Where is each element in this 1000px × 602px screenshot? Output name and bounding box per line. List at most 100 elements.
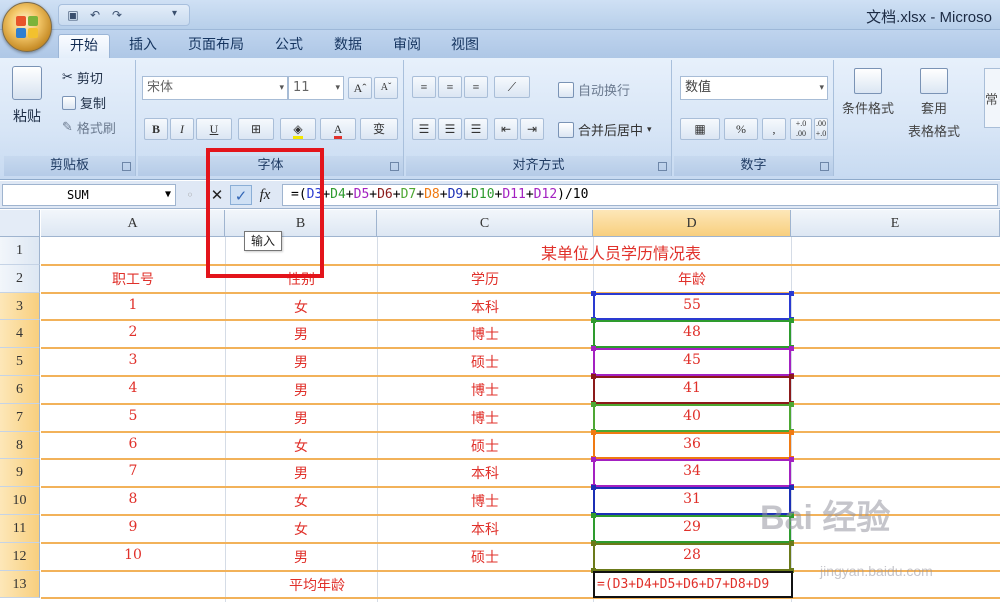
tab-home[interactable]: 开始 <box>58 34 110 58</box>
data-cell[interactable]: 男 <box>225 352 377 376</box>
accounting-format-button[interactable]: ▦ <box>680 118 720 140</box>
data-cell[interactable]: 55 <box>593 297 791 321</box>
row-header-13[interactable]: 13 <box>0 570 40 599</box>
data-cell[interactable]: 女 <box>225 491 377 515</box>
align-right-button[interactable]: ☰ <box>464 118 488 140</box>
orientation-button[interactable]: ⟋ <box>494 76 530 98</box>
row-header-6[interactable]: 6 <box>0 376 40 404</box>
average-age-label[interactable]: 平均年龄 <box>41 575 593 595</box>
active-cell-editor[interactable]: =(D3+D4+D5+D6+D7+D8+D9 <box>593 570 793 599</box>
tab-page-layout[interactable]: 页面布局 <box>176 34 256 58</box>
fill-color-button[interactable]: ◈ <box>280 118 316 140</box>
row-header-8[interactable]: 8 <box>0 431 40 460</box>
row-header-4[interactable]: 4 <box>0 320 40 349</box>
column-header-d[interactable]: D <box>593 210 791 237</box>
font-name-combo[interactable]: 宋体 ▾ <box>142 76 288 100</box>
data-cell[interactable]: 41 <box>593 380 791 404</box>
data-cell[interactable]: 45 <box>593 352 791 376</box>
formula-input[interactable]: =(D3+D4+D5+D6+D7+D8+D9+D10+D11+D12)/10 <box>282 184 998 206</box>
grow-font-button[interactable]: Aˆ <box>348 77 372 99</box>
worksheet[interactable]: 某单位人员学历情况表 职工号 性别 学历 年龄 1 女本科 55 2 男博士 48 3 男硕士 45 4 男… <box>41 237 1000 602</box>
data-cell[interactable]: 8 <box>41 491 225 515</box>
decrease-indent-button[interactable]: ⇤ <box>494 118 518 140</box>
data-cell[interactable]: 34 <box>593 463 791 487</box>
header-cell[interactable]: 学历 <box>377 269 593 293</box>
data-cell[interactable]: 36 <box>593 436 791 460</box>
tab-data[interactable]: 数据 <box>322 34 374 58</box>
data-cell[interactable]: 48 <box>593 324 791 348</box>
office-button[interactable] <box>2 2 52 52</box>
alignment-launcher-icon[interactable] <box>658 162 667 171</box>
align-top-button[interactable]: ≡ <box>412 76 436 98</box>
align-middle-button[interactable]: ≡ <box>438 76 462 98</box>
format-as-table-button[interactable]: 套用 表格格式 <box>908 68 960 140</box>
save-icon[interactable]: ▣ <box>65 7 81 23</box>
merge-center-button[interactable]: 合并后居中 ▾ <box>558 120 652 139</box>
data-cell[interactable]: 本科 <box>377 519 593 543</box>
data-cell[interactable]: 本科 <box>377 297 593 321</box>
underline-button[interactable]: U <box>196 118 232 140</box>
row-header-9[interactable]: 9 <box>0 459 40 488</box>
data-cell[interactable]: 硕士 <box>377 547 593 571</box>
tab-view[interactable]: 视图 <box>440 34 490 58</box>
data-cell[interactable]: 博士 <box>377 408 593 432</box>
redo-icon[interactable]: ↷ <box>109 7 125 23</box>
row-header-7[interactable]: 7 <box>0 403 40 432</box>
data-cell[interactable]: 博士 <box>377 380 593 404</box>
row-header-2[interactable]: 2 <box>0 264 40 293</box>
header-cell[interactable]: 年龄 <box>593 269 791 293</box>
row-header-11[interactable]: 11 <box>0 515 40 543</box>
tab-formulas[interactable]: 公式 <box>264 34 314 58</box>
column-header-c[interactable]: C <box>377 210 593 237</box>
data-cell[interactable]: 男 <box>225 408 377 432</box>
data-cell[interactable]: 4 <box>41 380 225 404</box>
name-box[interactable]: SUM ▼ <box>2 184 176 206</box>
number-format-combo[interactable]: 数值 ▾ <box>680 76 828 100</box>
bold-button[interactable]: B <box>144 118 168 140</box>
column-header-e[interactable]: E <box>791 210 1000 237</box>
data-cell[interactable]: 9 <box>41 519 225 543</box>
italic-button[interactable]: I <box>170 118 194 140</box>
data-cell[interactable]: 28 <box>593 547 791 571</box>
tab-review[interactable]: 审阅 <box>382 34 432 58</box>
cut-button[interactable]: ✂ 剪切 <box>62 68 103 87</box>
data-cell[interactable]: 男 <box>225 547 377 571</box>
increase-decimal-button[interactable]: +.0 .00 <box>790 118 812 140</box>
comma-button[interactable]: , <box>762 118 786 140</box>
data-cell[interactable]: 男 <box>225 463 377 487</box>
row-header-1[interactable]: 1 <box>0 237 40 265</box>
data-cell[interactable]: 3 <box>41 352 225 376</box>
data-cell[interactable]: 本科 <box>377 463 593 487</box>
header-cell[interactable]: 职工号 <box>41 269 225 293</box>
column-header-a[interactable]: A <box>41 210 225 237</box>
reference-handle[interactable] <box>789 290 794 296</box>
percent-button[interactable]: % <box>724 118 758 140</box>
data-cell[interactable]: 女 <box>225 436 377 460</box>
data-cell[interactable]: 2 <box>41 324 225 348</box>
clipboard-launcher-icon[interactable] <box>122 162 131 171</box>
align-bottom-button[interactable]: ≡ <box>464 76 488 98</box>
data-cell[interactable]: 男 <box>225 324 377 348</box>
align-center-button[interactable]: ☰ <box>438 118 462 140</box>
select-all-corner[interactable] <box>0 210 40 237</box>
font-launcher-icon[interactable] <box>390 162 399 171</box>
data-cell[interactable]: 博士 <box>377 491 593 515</box>
data-cell[interactable]: 博士 <box>377 324 593 348</box>
cell-styles-button[interactable]: 常 <box>984 68 1000 128</box>
row-header-5[interactable]: 5 <box>0 348 40 376</box>
data-cell[interactable]: 1 <box>41 297 225 321</box>
font-size-combo[interactable]: 11 ▾ <box>288 76 344 100</box>
conditional-format-button[interactable]: 条件格式 <box>842 68 894 117</box>
data-cell[interactable]: 40 <box>593 408 791 432</box>
data-cell[interactable]: 硕士 <box>377 352 593 376</box>
data-cell[interactable]: 男 <box>225 380 377 404</box>
customize-qat-icon[interactable]: ▾ <box>172 8 177 19</box>
copy-button[interactable]: 复制 <box>62 93 106 112</box>
phonetic-button[interactable]: 变 <box>360 118 398 140</box>
data-cell[interactable]: 女 <box>225 297 377 321</box>
paste-button[interactable]: 粘贴 <box>12 66 42 126</box>
reference-handle[interactable] <box>591 290 596 296</box>
wrap-text-button[interactable]: 自动换行 <box>558 80 630 99</box>
number-launcher-icon[interactable] <box>820 162 829 171</box>
data-cell[interactable]: 硕士 <box>377 436 593 460</box>
